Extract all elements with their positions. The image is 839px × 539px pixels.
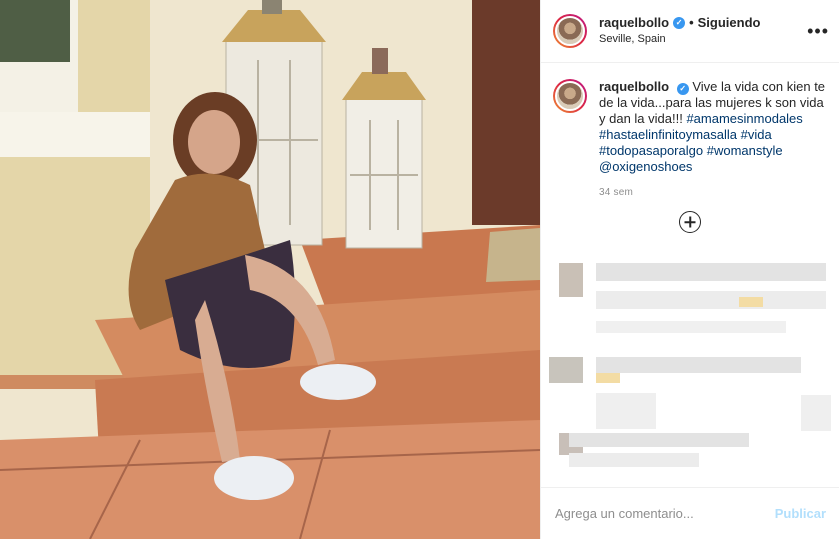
verified-badge-icon: ✓ (676, 83, 689, 95)
comment-text-blur (596, 291, 826, 309)
hashtag-link[interactable]: #amamesinmodales (686, 111, 802, 126)
emoji-blur (596, 373, 620, 383)
caption-avatar-image (555, 81, 585, 111)
comment-bar: Publicar (541, 487, 839, 539)
comment-text-blur (596, 357, 801, 373)
separator-dot: • (689, 15, 694, 30)
mention-link[interactable]: @oxigenoshoes (599, 159, 692, 174)
post-header: raquelbollo ✓ • Siguiendo Seville, Spain… (541, 0, 839, 63)
comment-meta-blur (596, 321, 786, 333)
username-link[interactable]: raquelbollo (599, 15, 669, 31)
comment-text-blur (569, 453, 699, 467)
plus-circle-icon[interactable] (679, 211, 701, 233)
comment-avatar (549, 357, 583, 383)
header-text: raquelbollo ✓ • Siguiendo Seville, Spain (599, 15, 807, 47)
post-timestamp[interactable]: 34 sem (599, 185, 827, 201)
hashtag-link[interactable]: #womanstyle (707, 143, 783, 158)
hashtag-link[interactable]: #hastaelinfinitoymasalla (599, 127, 737, 142)
post-photo[interactable] (0, 0, 540, 539)
publish-button[interactable]: Publicar (775, 506, 826, 521)
comment-text-blur (569, 433, 749, 447)
header-line: raquelbollo ✓ • Siguiendo (599, 15, 807, 31)
comment-text-blur (596, 263, 826, 281)
hashtag-link[interactable]: #todopasaporalgo (599, 143, 703, 158)
post-side-panel: raquelbollo ✓ • Siguiendo Seville, Spain… (540, 0, 839, 539)
location-link[interactable]: Seville, Spain (599, 31, 807, 47)
emoji-blur (739, 297, 763, 307)
avatar-image (555, 16, 585, 46)
post-photo-illustration (0, 0, 540, 539)
avatar[interactable] (553, 14, 587, 48)
comment-meta-blur (801, 395, 831, 431)
more-horizontal-icon[interactable]: ••• (807, 21, 829, 42)
blurred-comments (541, 255, 839, 485)
caption: raquelbollo ✓ Vive la vida con kien te d… (541, 63, 839, 201)
comment-meta-blur (596, 393, 656, 429)
verified-badge-icon: ✓ (673, 17, 686, 29)
comment-avatar (559, 263, 583, 297)
follow-status-button[interactable]: Siguiendo (698, 15, 761, 31)
caption-avatar[interactable] (553, 79, 587, 113)
caption-body: raquelbollo ✓ Vive la vida con kien te d… (599, 79, 827, 201)
hashtag-link[interactable]: #vida (741, 127, 772, 142)
instagram-post: raquelbollo ✓ • Siguiendo Seville, Spain… (0, 0, 839, 539)
caption-username[interactable]: raquelbollo (599, 79, 669, 94)
comment-input[interactable] (555, 506, 775, 521)
